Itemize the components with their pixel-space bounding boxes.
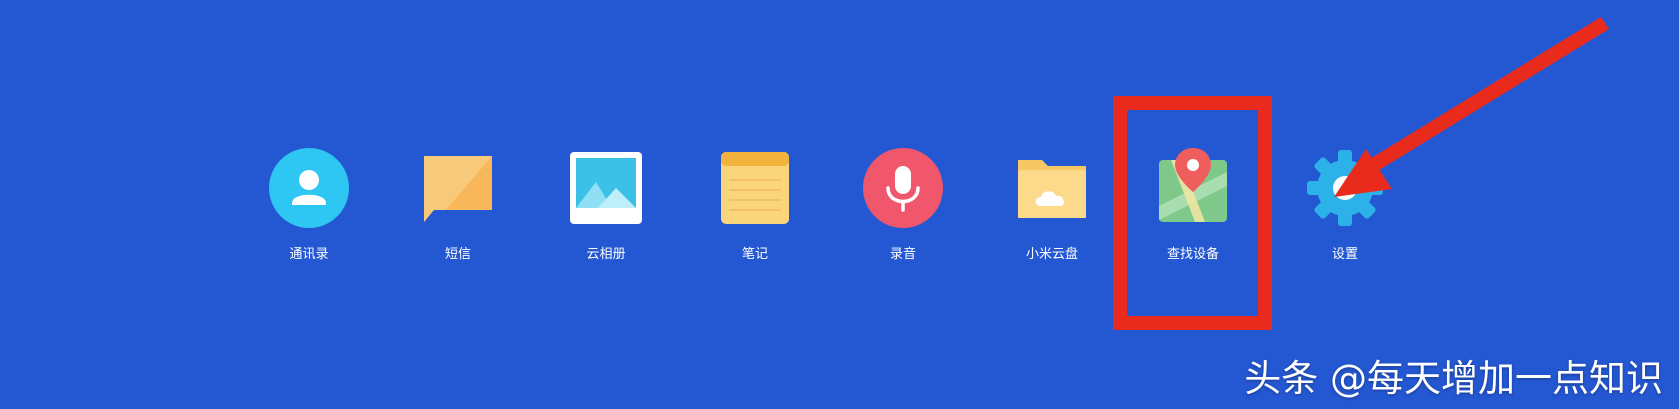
cloud-folder-icon xyxy=(1018,160,1086,218)
app-label-recorder: 录音 xyxy=(889,247,916,262)
message-bubble-icon xyxy=(424,156,492,222)
microphone-icon xyxy=(863,148,943,228)
app-label-messages: 短信 xyxy=(444,247,471,262)
app-messages[interactable]: 短信 xyxy=(403,146,513,276)
app-notes[interactable]: 笔记 xyxy=(700,146,810,276)
notepad-icon xyxy=(721,152,789,224)
app-label-settings: 设置 xyxy=(1331,247,1358,262)
app-label-contacts: 通讯录 xyxy=(289,247,329,262)
app-label-notes: 笔记 xyxy=(741,247,768,262)
app-label-gallery: 云相册 xyxy=(586,247,626,262)
app-contacts[interactable]: 通讯录 xyxy=(254,146,364,276)
app-label-cloud-drive: 小米云盘 xyxy=(1025,247,1078,262)
gear-icon xyxy=(1307,150,1383,226)
watermark: 头条 @每天增加一点知识 xyxy=(1244,357,1663,400)
app-recorder[interactable]: 录音 xyxy=(848,146,958,276)
app-gallery[interactable]: 云相册 xyxy=(551,146,661,276)
app-grid: 通讯录 短信 云相册 笔记 录音 小米云盘 查找设备 设置 xyxy=(0,146,1679,276)
app-settings[interactable]: 设置 xyxy=(1290,146,1400,276)
contacts-person-icon xyxy=(269,148,349,228)
highlight-box xyxy=(1113,96,1272,330)
photo-album-icon xyxy=(570,152,642,224)
app-cloud-drive[interactable]: 小米云盘 xyxy=(997,146,1107,276)
